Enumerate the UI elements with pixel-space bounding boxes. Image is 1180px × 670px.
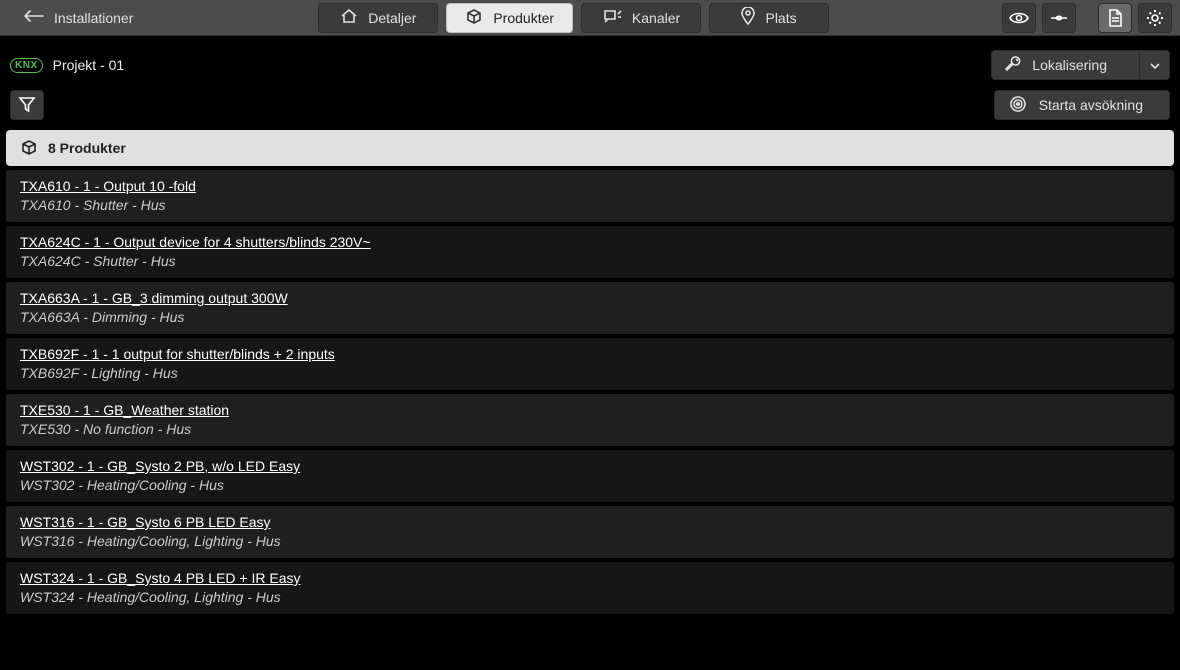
scan-label: Starta avsökning xyxy=(1039,97,1143,113)
list-header-text: 8 Produkter xyxy=(48,140,126,156)
product-row[interactable]: TXB692F - 1 - 1 output for shutter/blind… xyxy=(6,338,1174,390)
product-row[interactable]: TXA663A - 1 - GB_3 dimming output 300W TX… xyxy=(6,282,1174,334)
tab-products[interactable]: Produkter xyxy=(446,3,573,33)
product-title: WST324 - 1 - GB_Systo 4 PB LED + IR Easy xyxy=(20,570,1160,586)
box-icon xyxy=(20,139,38,158)
link-button[interactable] xyxy=(1042,3,1076,33)
product-subtitle: TXB692F - Lighting - Hus xyxy=(20,365,1160,381)
document-button[interactable] xyxy=(1098,3,1132,33)
settings-button[interactable] xyxy=(1138,3,1172,33)
product-title: TXB692F - 1 - 1 output for shutter/blind… xyxy=(20,346,1160,362)
box-icon xyxy=(465,8,483,27)
tab-label: Produkter xyxy=(493,10,554,26)
caret-down-icon xyxy=(1150,57,1160,73)
gear-icon xyxy=(1146,9,1164,27)
product-title: TXE530 - 1 - GB_Weather station xyxy=(20,402,1160,418)
product-subtitle: WST316 - Heating/Cooling, Lighting - Hus xyxy=(20,533,1160,549)
tab-location[interactable]: Plats xyxy=(709,3,829,33)
wrench-icon xyxy=(1004,55,1022,76)
product-subtitle: WST302 - Heating/Cooling - Hus xyxy=(20,477,1160,493)
knx-badge: KNX xyxy=(10,58,43,73)
product-subtitle: TXE530 - No function - Hus xyxy=(20,421,1160,437)
filter-icon xyxy=(18,95,36,116)
product-row[interactable]: WST324 - 1 - GB_Systo 4 PB LED + IR Easy… xyxy=(6,562,1174,614)
plug-icon xyxy=(1049,13,1069,23)
filter-button[interactable] xyxy=(10,90,44,120)
start-scan-button[interactable]: Starta avsökning xyxy=(994,90,1170,120)
localize-dropdown[interactable]: Lokalisering xyxy=(991,50,1170,80)
back-button[interactable]: Installationer xyxy=(10,3,145,33)
product-title: WST302 - 1 - GB_Systo 2 PB, w/o LED Easy xyxy=(20,458,1160,474)
product-row[interactable]: WST316 - 1 - GB_Systo 6 PB LED Easy WST31… xyxy=(6,506,1174,558)
product-row[interactable]: TXE530 - 1 - GB_Weather station TXE530 - … xyxy=(6,394,1174,446)
action-row: Starta avsökning xyxy=(0,90,1180,130)
project-title: Projekt - 01 xyxy=(53,57,125,73)
product-subtitle: TXA624C - Shutter - Hus xyxy=(20,253,1160,269)
tab-channels[interactable]: Kanaler xyxy=(581,3,701,33)
document-icon xyxy=(1107,9,1123,27)
product-subtitle: TXA610 - Shutter - Hus xyxy=(20,197,1160,213)
product-row[interactable]: TXA624C - 1 - Output device for 4 shutte… xyxy=(6,226,1174,278)
product-subtitle: WST324 - Heating/Cooling, Lighting - Hus xyxy=(20,589,1160,605)
product-row[interactable]: TXA610 - 1 - Output 10 -fold TXA610 - Shu… xyxy=(6,170,1174,222)
product-title: TXA624C - 1 - Output device for 4 shutte… xyxy=(20,234,1160,250)
eye-icon xyxy=(1009,11,1029,25)
product-title: TXA663A - 1 - GB_3 dimming output 300W xyxy=(20,290,1160,306)
radar-icon xyxy=(1009,95,1027,116)
visibility-button[interactable] xyxy=(1002,3,1036,33)
project-row: KNX Projekt - 01 Lokalisering xyxy=(0,36,1180,90)
channels-icon xyxy=(602,8,622,27)
product-row[interactable]: WST302 - 1 - GB_Systo 2 PB, w/o LED Easy… xyxy=(6,450,1174,502)
product-title: WST316 - 1 - GB_Systo 6 PB LED Easy xyxy=(20,514,1160,530)
tab-label: Kanaler xyxy=(632,10,680,26)
tab-label: Detaljer xyxy=(368,10,416,26)
product-list-header: 8 Produkter xyxy=(6,130,1174,166)
product-list: 8 Produkter TXA610 - 1 - Output 10 -fold… xyxy=(0,130,1180,614)
back-label: Installationer xyxy=(54,10,133,26)
localize-label: Lokalisering xyxy=(1032,57,1107,73)
product-title: TXA610 - 1 - Output 10 -fold xyxy=(20,178,1160,194)
tab-label: Plats xyxy=(765,10,796,26)
dropdown-caret[interactable] xyxy=(1139,51,1169,79)
house-icon xyxy=(340,8,358,27)
back-arrow-icon xyxy=(22,9,44,26)
tab-details[interactable]: Detaljer xyxy=(318,3,438,33)
product-subtitle: TXA663A - Dimming - Hus xyxy=(20,309,1160,325)
pin-icon xyxy=(741,7,755,28)
top-navbar: Installationer Detaljer Produkter Kanale… xyxy=(0,0,1180,36)
